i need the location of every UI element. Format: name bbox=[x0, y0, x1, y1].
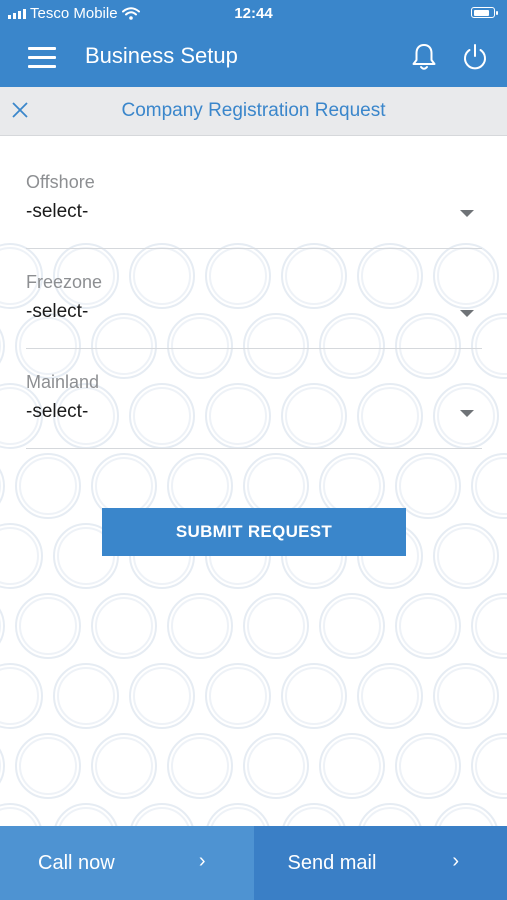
dropdown-arrow-icon bbox=[460, 310, 474, 317]
app-header: Business Setup bbox=[0, 27, 507, 87]
bell-icon[interactable] bbox=[410, 42, 438, 72]
offshore-select[interactable]: Offshore -select- bbox=[26, 172, 482, 249]
pattern-circle bbox=[281, 663, 347, 729]
pattern-circle bbox=[171, 457, 229, 515]
pattern-circle bbox=[433, 523, 499, 589]
form-area: Offshore -select- Freezone -select- Main… bbox=[0, 136, 507, 826]
pattern-circle bbox=[0, 663, 43, 729]
pattern-circle bbox=[95, 737, 153, 795]
pattern-circle bbox=[167, 593, 233, 659]
send-mail-button[interactable]: Send mail › bbox=[253, 826, 507, 900]
pattern-circle bbox=[19, 597, 77, 655]
pattern-circle bbox=[399, 457, 457, 515]
status-bar: Tesco Mobile 12:44 bbox=[0, 0, 507, 27]
pattern-circle bbox=[437, 667, 495, 725]
pattern-circle bbox=[15, 453, 81, 519]
send-mail-label: Send mail bbox=[287, 852, 377, 874]
pattern-circle bbox=[475, 597, 507, 655]
submit-request-button[interactable]: SUBMIT REQUEST bbox=[102, 508, 406, 556]
page-title: Business Setup bbox=[85, 43, 238, 68]
field-value: -select- bbox=[26, 201, 89, 222]
pattern-circle bbox=[247, 457, 305, 515]
call-now-label: Call now bbox=[38, 852, 115, 874]
pattern-circle bbox=[91, 733, 157, 799]
pattern-circle bbox=[471, 733, 507, 799]
pattern-circle bbox=[0, 807, 38, 826]
pattern-circle bbox=[0, 527, 39, 585]
battery-icon bbox=[471, 7, 498, 18]
pattern-circle bbox=[209, 667, 267, 725]
pattern-circle bbox=[323, 737, 381, 795]
dropdown-arrow-icon bbox=[460, 410, 474, 417]
pattern-circle bbox=[171, 737, 229, 795]
pattern-circle bbox=[475, 457, 507, 515]
chevron-right-icon: › bbox=[198, 850, 206, 872]
pattern-circle bbox=[471, 453, 507, 519]
pattern-circle bbox=[357, 663, 423, 729]
pattern-circle bbox=[0, 523, 43, 589]
pattern-circle bbox=[319, 733, 385, 799]
pattern-circle bbox=[243, 593, 309, 659]
pattern-circle bbox=[247, 737, 305, 795]
field-label: Mainland bbox=[26, 372, 100, 392]
pattern-circle bbox=[433, 663, 499, 729]
pattern-circle bbox=[129, 663, 195, 729]
pattern-circle bbox=[285, 667, 343, 725]
pattern-circle bbox=[395, 593, 461, 659]
pattern-circle bbox=[475, 737, 507, 795]
pattern-circle bbox=[19, 737, 77, 795]
pattern-circle bbox=[395, 733, 461, 799]
pattern-circle bbox=[53, 663, 119, 729]
pattern-circle bbox=[15, 733, 81, 799]
pattern-circle bbox=[399, 737, 457, 795]
field-value: -select- bbox=[26, 401, 89, 422]
status-time: 12:44 bbox=[234, 5, 273, 22]
pattern-circle bbox=[167, 733, 233, 799]
pattern-circle bbox=[471, 593, 507, 659]
pattern-circle bbox=[95, 457, 153, 515]
bottom-action-bar: Call now › Send mail › bbox=[0, 826, 507, 900]
call-now-button[interactable]: Call now › bbox=[0, 826, 254, 900]
subheader: Company Registration Request bbox=[0, 87, 507, 136]
field-label: Offshore bbox=[26, 172, 95, 192]
pattern-circle bbox=[243, 733, 309, 799]
power-icon[interactable] bbox=[461, 42, 489, 72]
pattern-circle bbox=[319, 593, 385, 659]
dropdown-arrow-icon bbox=[460, 210, 474, 217]
pattern-circle bbox=[399, 597, 457, 655]
pattern-circle bbox=[91, 593, 157, 659]
pattern-circle bbox=[15, 593, 81, 659]
pattern-circle bbox=[323, 457, 381, 515]
pattern-circle bbox=[19, 457, 77, 515]
pattern-circle bbox=[437, 527, 495, 585]
pattern-circle bbox=[95, 597, 153, 655]
pattern-circle bbox=[171, 597, 229, 655]
pattern-circle bbox=[247, 597, 305, 655]
pattern-circle bbox=[0, 667, 39, 725]
pattern-circle bbox=[205, 663, 271, 729]
menu-icon[interactable] bbox=[28, 45, 56, 69]
pattern-circle bbox=[323, 597, 381, 655]
pattern-circle bbox=[133, 667, 191, 725]
freezone-select[interactable]: Freezone -select- bbox=[26, 272, 482, 349]
subheader-title: Company Registration Request bbox=[121, 100, 386, 121]
mainland-select[interactable]: Mainland -select- bbox=[26, 372, 482, 449]
field-label: Freezone bbox=[26, 272, 103, 292]
pattern-circle bbox=[361, 667, 419, 725]
chevron-right-icon: › bbox=[452, 850, 459, 872]
pattern-circle bbox=[57, 667, 115, 725]
field-value: -select- bbox=[26, 301, 89, 322]
